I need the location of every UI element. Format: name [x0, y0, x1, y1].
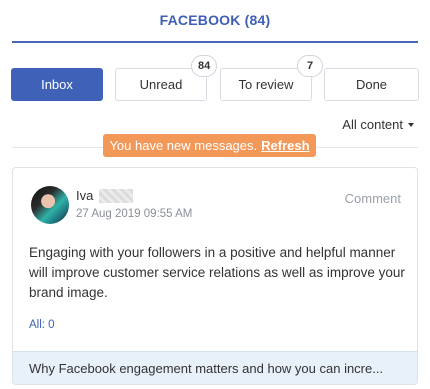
content-filter-label: All content [342, 117, 403, 132]
page-title: FACEBOOK (84) [159, 12, 271, 28]
unread-count-badge: 84 [191, 55, 218, 77]
tab-bar: Inbox Unread To review Done 84 7 [11, 55, 419, 101]
redacted-surname [99, 188, 134, 203]
all-count-link[interactable]: All: 0 [29, 319, 55, 331]
new-messages-banner: You have new messages. Refresh [103, 134, 316, 157]
author-name: Iva [76, 188, 94, 203]
avatar [31, 186, 69, 224]
refresh-link[interactable]: Refresh [261, 138, 309, 153]
review-count-badge: 7 [297, 55, 323, 77]
tab-inbox[interactable]: Inbox [11, 68, 103, 101]
tab-to-review[interactable]: To review [220, 68, 312, 101]
new-messages-text: You have new messages. [109, 138, 258, 153]
message-card[interactable]: Iva 27 Aug 2019 09:55 AM Comment Engagin… [12, 167, 418, 385]
content-filter-dropdown[interactable]: All content [342, 117, 414, 132]
tab-done[interactable]: Done [324, 68, 419, 101]
post-timestamp: 27 Aug 2019 09:55 AM [76, 208, 193, 220]
post-type-label: Comment [344, 191, 401, 206]
author-row: Iva [76, 188, 134, 203]
link-preview[interactable]: Why Facebook engagement matters and how … [13, 351, 417, 384]
header-underline [12, 41, 418, 43]
caret-down-icon [408, 122, 414, 127]
post-body: Engaging with your followers in a positi… [29, 245, 405, 300]
